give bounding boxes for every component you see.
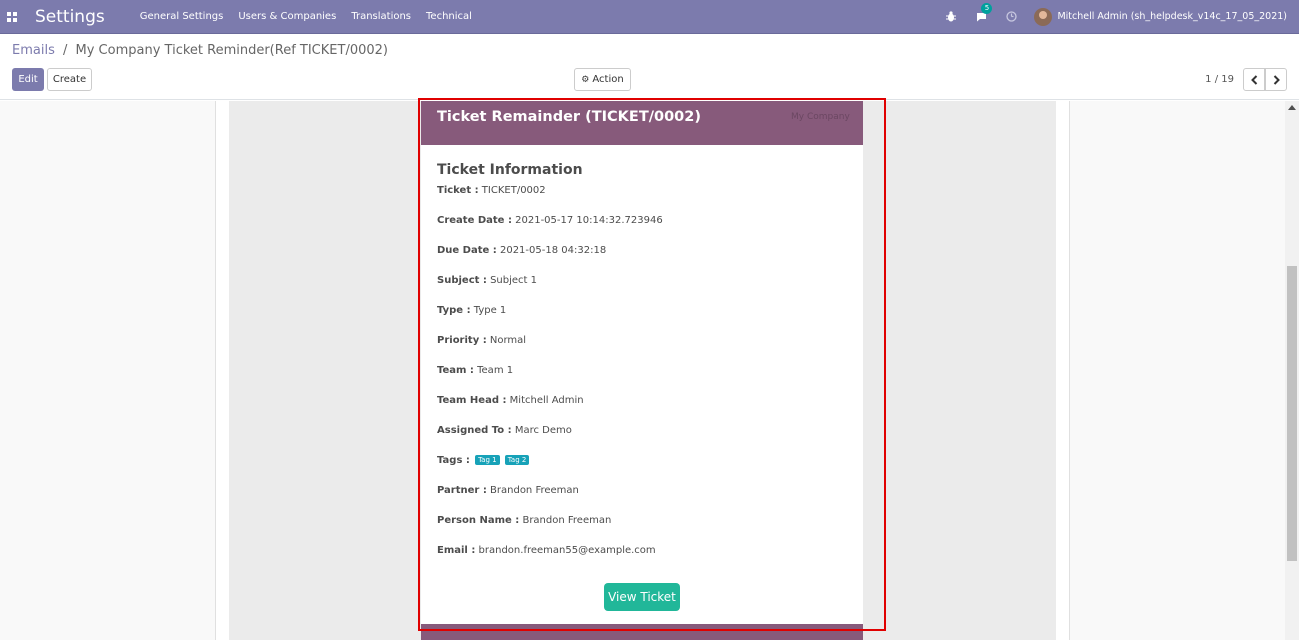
email-card: Ticket Remainder (TICKET/0002) My Compan… xyxy=(421,101,863,640)
action-label: Action xyxy=(592,74,624,85)
user-menu[interactable]: Mitchell Admin (sh_helpdesk_v14c_17_05_2… xyxy=(1057,11,1287,22)
breadcrumb-separator: / xyxy=(62,43,68,58)
top-navbar: Settings General Settings Users & Compan… xyxy=(0,0,1299,34)
pager-value[interactable]: 1 / 19 xyxy=(1205,74,1234,85)
scrollbar-thumb[interactable] xyxy=(1287,266,1297,561)
email-header: Ticket Remainder (TICKET/0002) My Compan… xyxy=(421,101,863,145)
breadcrumb-current: My Company Ticket Reminder(Ref TICKET/00… xyxy=(75,43,388,58)
field-team-head: Team Head : Mitchell Admin xyxy=(437,395,584,406)
menu-general-settings[interactable]: General Settings xyxy=(140,11,224,22)
ticket-information-heading: Ticket Information xyxy=(437,162,583,178)
vertical-scrollbar[interactable] xyxy=(1285,101,1299,640)
navbar-systray: 5 Mitchell Admin (sh_helpdesk_v14c_17_05… xyxy=(928,0,1299,34)
field-ticket: Ticket : TICKET/0002 xyxy=(437,185,546,196)
menu-users-companies[interactable]: Users & Companies xyxy=(238,11,336,22)
create-button[interactable]: Create xyxy=(47,68,92,91)
breadcrumb: Emails / My Company Ticket Reminder(Ref … xyxy=(12,43,388,58)
scroll-up-arrow-icon[interactable] xyxy=(1288,105,1296,110)
main-menu: General Settings Users & Companies Trans… xyxy=(140,11,487,22)
email-footer xyxy=(421,624,863,640)
user-avatar[interactable] xyxy=(1034,7,1053,26)
field-person-name: Person Name : Brandon Freeman xyxy=(437,515,612,526)
activity-clock-icon[interactable] xyxy=(1004,10,1018,24)
bug-icon[interactable] xyxy=(944,10,958,24)
app-brand[interactable]: Settings xyxy=(35,7,105,27)
tag-badge: Tag 1 xyxy=(475,455,500,465)
field-due-date: Due Date : 2021-05-18 04:32:18 xyxy=(437,245,607,256)
field-email: Email : brandon.freeman55@example.com xyxy=(437,545,656,556)
menu-translations[interactable]: Translations xyxy=(351,11,411,22)
messages-icon[interactable]: 5 xyxy=(974,2,993,24)
field-type: Type : Type 1 xyxy=(437,305,507,316)
control-panel: Emails / My Company Ticket Reminder(Ref … xyxy=(0,35,1299,100)
email-title: Ticket Remainder (TICKET/0002) xyxy=(437,109,701,125)
menu-technical[interactable]: Technical xyxy=(426,11,472,22)
apps-menu-icon[interactable] xyxy=(0,0,24,34)
gear-icon: ⚙ xyxy=(581,74,590,85)
action-button[interactable]: ⚙ Action xyxy=(574,68,631,91)
field-assigned-to: Assigned To : Marc Demo xyxy=(437,425,572,436)
tag-badge: Tag 2 xyxy=(504,455,530,465)
pager-next-button[interactable] xyxy=(1265,68,1287,91)
field-priority: Priority : Normal xyxy=(437,335,527,346)
breadcrumb-emails-link[interactable]: Emails xyxy=(12,43,55,58)
edit-button[interactable]: Edit xyxy=(12,68,44,91)
field-create-date: Create Date : 2021-05-17 10:14:32.723946 xyxy=(437,215,663,226)
company-logo: My Company xyxy=(791,112,850,122)
pager-previous-button[interactable] xyxy=(1243,68,1265,91)
field-team: Team : Team 1 xyxy=(437,365,514,376)
view-ticket-button[interactable]: View Ticket xyxy=(604,583,680,611)
field-tags: Tags : Tag 1 Tag 2 xyxy=(437,455,530,466)
field-partner: Partner : Brandon Freeman xyxy=(437,485,579,496)
chevron-right-icon xyxy=(1273,74,1280,85)
field-subject: Subject : Subject 1 xyxy=(437,275,538,286)
messages-count-badge: 5 xyxy=(981,2,993,14)
chevron-left-icon xyxy=(1250,74,1257,85)
